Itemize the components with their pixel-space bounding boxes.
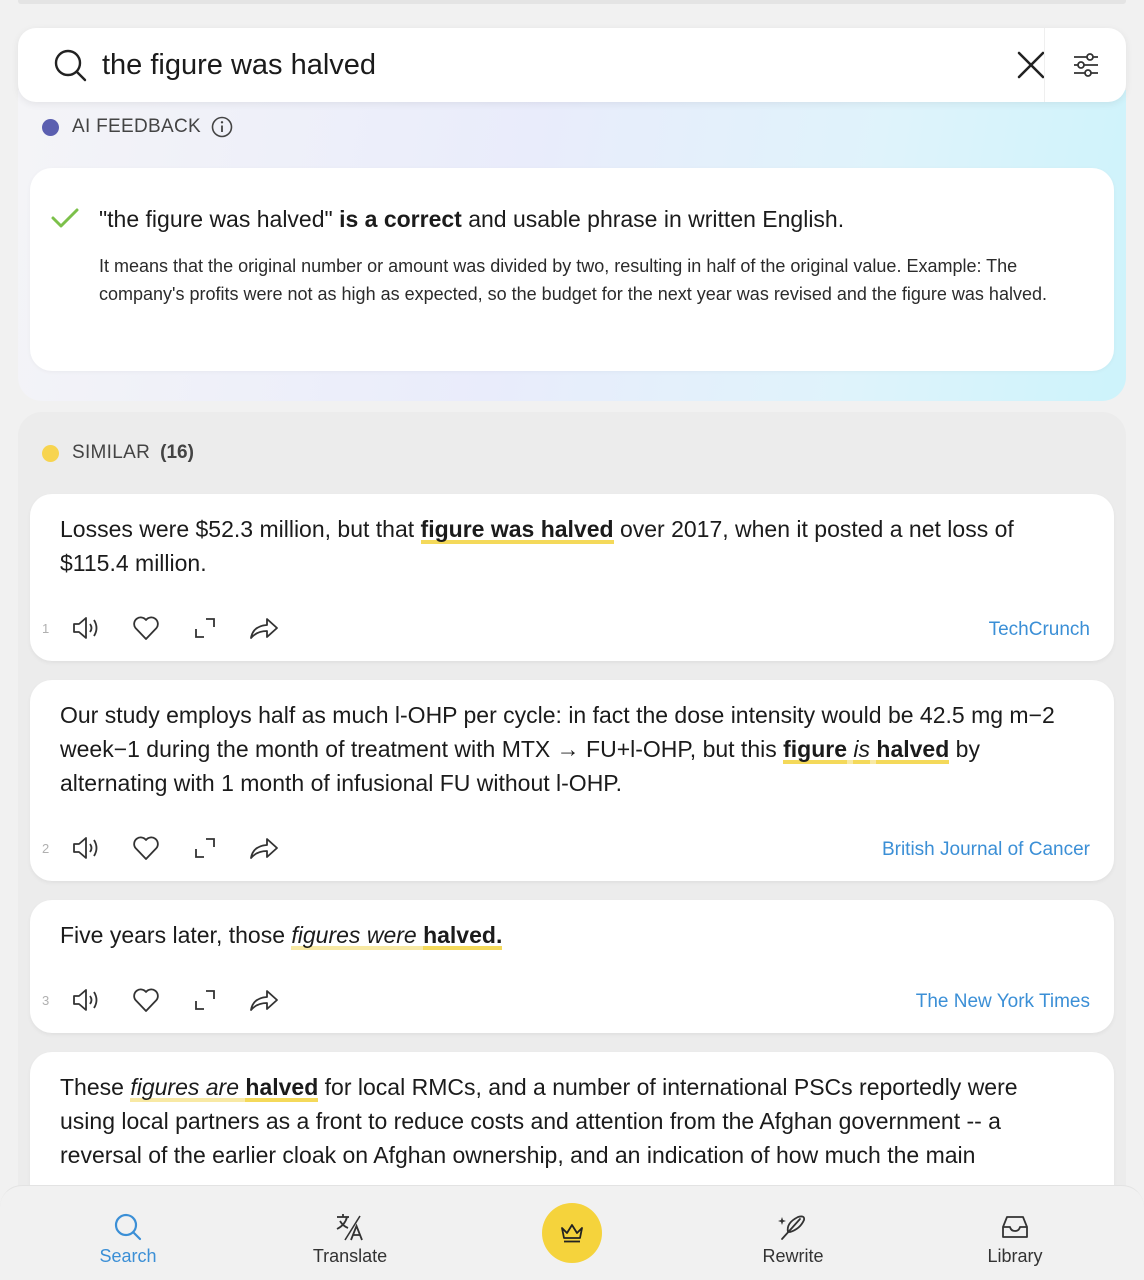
matched-phrase: is xyxy=(853,736,871,764)
headline-quote: "the figure was halved" xyxy=(99,206,333,232)
result-index: 2 xyxy=(42,840,50,856)
nav-label: Search xyxy=(99,1246,157,1266)
matched-phrase: were xyxy=(366,922,417,950)
result-card[interactable]: Our study employs half as much l-OHP per… xyxy=(30,680,1114,881)
search-icon xyxy=(114,1213,142,1241)
ai-feedback-card: "the figure was halved" is a correct and… xyxy=(30,168,1114,371)
similar-count: (16) xyxy=(160,442,194,463)
similar-dot xyxy=(42,444,59,462)
speaker-icon[interactable] xyxy=(70,983,104,1017)
matched-phrase: halved xyxy=(245,1074,319,1102)
expand-icon[interactable] xyxy=(188,831,222,865)
share-icon[interactable] xyxy=(247,831,281,865)
result-card[interactable]: Five years later, those figures were hal… xyxy=(30,900,1114,1033)
result-card[interactable]: Losses were $52.3 million, but that figu… xyxy=(30,494,1114,661)
matched-phrase: figure was halved xyxy=(420,516,614,544)
source-link[interactable]: British Journal of Cancer xyxy=(882,839,1090,861)
similar-label: SIMILAR xyxy=(72,442,151,463)
similar-header: SIMILAR (16) xyxy=(42,442,194,464)
nav-label: Rewrite xyxy=(762,1246,824,1266)
search-icon xyxy=(54,49,87,82)
heart-icon[interactable] xyxy=(129,983,163,1017)
speaker-icon[interactable] xyxy=(70,611,104,645)
bottom-nav: Search Translate Rewrite Library xyxy=(0,1185,1144,1280)
ai-feedback-dot xyxy=(42,118,59,136)
quill-icon xyxy=(778,1215,806,1240)
filter-settings-button[interactable] xyxy=(1044,28,1126,102)
expand-icon[interactable] xyxy=(188,611,222,645)
nav-label: Translate xyxy=(312,1246,388,1266)
result-actions: 1 xyxy=(42,611,306,645)
result-sentence: Our study employs half as much l-OHP per… xyxy=(60,698,1070,800)
nav-label: Library xyxy=(987,1246,1043,1266)
nav-translate[interactable]: Translate xyxy=(280,1186,420,1280)
matched-phrase: halved xyxy=(876,736,950,764)
sentence-text: Five years later, those xyxy=(60,922,292,948)
matched-phrase: halved. xyxy=(423,922,503,950)
info-icon[interactable] xyxy=(211,116,233,138)
result-index: 3 xyxy=(42,992,50,1008)
similar-panel: SIMILAR (16) Losses were $52.3 million, … xyxy=(18,412,1126,1280)
top-strip xyxy=(18,0,1126,4)
ai-feedback-explanation: It means that the original number or amo… xyxy=(99,256,1047,304)
inbox-icon xyxy=(1002,1216,1028,1238)
speaker-icon[interactable] xyxy=(70,831,104,865)
heart-icon[interactable] xyxy=(129,611,163,645)
ai-feedback-label: AI FEEDBACK xyxy=(72,116,201,137)
matched-phrase: figures xyxy=(291,922,361,950)
result-sentence: Five years later, those figures were hal… xyxy=(60,918,1070,952)
headline-verdict: is a correct xyxy=(339,206,462,232)
crown-icon xyxy=(561,1224,583,1243)
matched-phrase: are xyxy=(205,1074,240,1102)
translate-icon xyxy=(336,1214,363,1241)
sentence-text: These xyxy=(60,1074,131,1100)
sentence-text: Losses were $52.3 million, but that xyxy=(60,516,421,542)
ai-feedback-headline: "the figure was halved" is a correct and… xyxy=(99,206,844,233)
result-index: 1 xyxy=(42,620,50,636)
nav-rewrite[interactable]: Rewrite xyxy=(723,1186,863,1280)
heart-icon[interactable] xyxy=(129,831,163,865)
result-actions: 2 xyxy=(42,831,306,865)
check-icon xyxy=(51,208,79,228)
result-sentence: These figures are halved for local RMCs,… xyxy=(60,1070,1070,1172)
premium-button[interactable] xyxy=(542,1203,602,1263)
ai-feedback-panel: AI FEEDBACK "the figure was halved" is a… xyxy=(18,90,1126,401)
clear-search-icon[interactable] xyxy=(1014,48,1048,82)
result-sentence: Losses were $52.3 million, but that figu… xyxy=(60,512,1070,580)
matched-phrase: figure xyxy=(783,736,847,764)
matched-phrase: figures xyxy=(130,1074,200,1102)
ai-feedback-header: AI FEEDBACK xyxy=(42,116,233,138)
result-actions: 3 xyxy=(42,983,306,1017)
expand-icon[interactable] xyxy=(188,983,222,1017)
sliders-icon xyxy=(1073,53,1098,77)
nav-search[interactable]: Search xyxy=(58,1186,198,1280)
search-bar xyxy=(18,28,1126,102)
headline-rest: and usable phrase in written English. xyxy=(468,206,845,232)
nav-library[interactable]: Library xyxy=(945,1186,1085,1280)
source-link[interactable]: The New York Times xyxy=(916,991,1090,1013)
source-link[interactable]: TechCrunch xyxy=(989,619,1090,641)
search-input[interactable] xyxy=(102,42,982,88)
share-icon[interactable] xyxy=(247,983,281,1017)
share-icon[interactable] xyxy=(247,611,281,645)
